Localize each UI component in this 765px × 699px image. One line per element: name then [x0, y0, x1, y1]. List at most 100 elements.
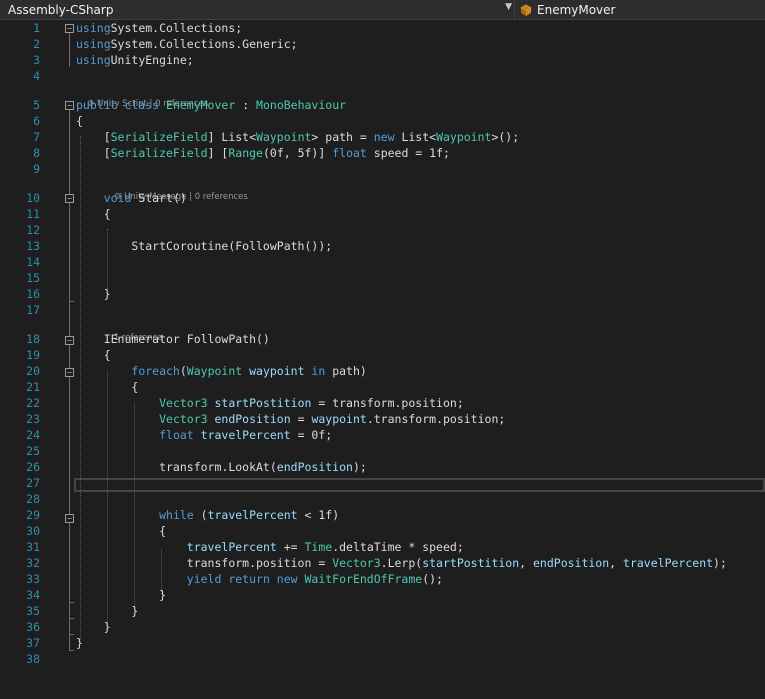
code-line[interactable]: usingUnityEngine;	[76, 52, 194, 68]
code-line[interactable]: [SerializeField] [Range(0f, 5f)] float s…	[76, 145, 450, 161]
code-token: = 0f;	[290, 428, 333, 442]
code-token: Waypoint	[256, 130, 312, 144]
code-line[interactable]: }	[76, 619, 111, 635]
code-line[interactable]: while (travelPercent < 1f)	[76, 507, 339, 523]
code-token: =	[290, 412, 312, 426]
code-token: (	[179, 364, 187, 378]
code-token: yield return new	[186, 572, 305, 586]
code-token: {	[76, 380, 139, 394]
line-number: 37	[26, 636, 40, 650]
code-token: = transform.position;	[311, 396, 464, 410]
code-line[interactable]: {	[76, 113, 83, 129]
code-line[interactable]: {	[76, 379, 138, 395]
code-line[interactable]: public class EnemyMover : MonoBehaviour	[76, 97, 346, 113]
code-token: startPostition	[207, 396, 312, 410]
line-number: 17	[26, 303, 40, 317]
navigation-bar: Assembly-CSharp ▼ EnemyMover	[0, 0, 765, 20]
code-token: [	[76, 146, 111, 160]
code-line[interactable]: transform.position = Vector3.Lerp(startP…	[76, 555, 727, 571]
code-line[interactable]: usingSystem.Collections;	[76, 20, 242, 36]
code-line[interactable]: travelPercent += Time.deltaTime * speed;	[76, 539, 464, 555]
code-token: WaitForEndOfFrame	[304, 572, 423, 586]
line-number: 34	[26, 588, 40, 602]
fold-guide	[69, 33, 70, 67]
code-token: speed = 1f;	[366, 146, 450, 160]
fold-toggle-icon[interactable]: −	[65, 336, 74, 345]
code-line[interactable]: Vector3 endPosition = waypoint.transform…	[76, 411, 505, 427]
fold-toggle-icon[interactable]: −	[65, 368, 74, 377]
member-dropdown[interactable]: EnemyMover	[518, 1, 763, 19]
line-number: 15	[26, 271, 40, 285]
chevron-down-icon[interactable]: ▼	[505, 2, 512, 12]
class-member-icon	[520, 4, 532, 16]
code-token: new	[373, 130, 402, 144]
code-line[interactable]: StartCoroutine(FollowPath());	[76, 238, 332, 254]
code-token: }	[76, 588, 167, 602]
code-line[interactable]: foreach(Waypoint waypoint in path)	[76, 363, 366, 379]
code-token: StartCoroutine(FollowPath());	[76, 239, 333, 253]
fold-end	[69, 301, 74, 302]
line-number: 7	[33, 130, 40, 144]
code-token: > path =	[311, 130, 374, 144]
code-line[interactable]: {	[76, 347, 111, 363]
line-number: 32	[26, 556, 40, 570]
code-token: endPosition	[207, 412, 291, 426]
fold-toggle-icon[interactable]: −	[65, 514, 74, 523]
line-number: 10	[26, 191, 40, 205]
fold-toggle-icon[interactable]: −	[65, 101, 74, 110]
line-number: 21	[26, 380, 40, 394]
fold-toggle-icon[interactable]: −	[65, 194, 74, 203]
line-number: 2	[33, 37, 40, 51]
line-number: 5	[33, 98, 40, 112]
code-token: +=	[276, 540, 305, 554]
fold-toggle-icon[interactable]: −	[65, 24, 74, 33]
code-token: SerializeField	[110, 130, 208, 144]
line-number: 11	[26, 207, 40, 221]
code-token: travelPercent	[193, 428, 291, 442]
code-token: );	[352, 460, 367, 474]
line-number: 22	[26, 396, 40, 410]
code-token: ,	[609, 556, 624, 570]
fold-end	[69, 634, 74, 635]
code-token: Vector3	[159, 396, 208, 410]
code-token: startPostition	[422, 556, 520, 570]
code-token: >();	[491, 130, 520, 144]
code-token: Vector3	[332, 556, 381, 570]
code-token: {	[76, 348, 111, 362]
line-number: 35	[26, 604, 40, 618]
code-line[interactable]: IEnumerator FollowPath()	[76, 331, 270, 347]
code-line[interactable]: }	[76, 286, 111, 302]
line-number: 27	[26, 476, 40, 490]
code-token: float	[332, 146, 367, 160]
line-number: 18	[26, 332, 40, 346]
line-number: 28	[26, 492, 40, 506]
code-line[interactable]: usingSystem.Collections.Generic;	[76, 36, 298, 52]
project-dropdown[interactable]: Assembly-CSharp ▼	[2, 1, 512, 19]
code-line[interactable]: }	[76, 603, 138, 619]
code-token: EnemyMover	[166, 98, 236, 112]
code-line[interactable]: {	[76, 206, 111, 222]
code-line[interactable]: yield return new WaitForEndOfFrame();	[76, 571, 443, 587]
code-line[interactable]: }	[76, 635, 83, 651]
code-line[interactable]: {	[76, 523, 166, 539]
code-token: Vector3	[159, 412, 208, 426]
code-line[interactable]: void Start()	[76, 190, 187, 206]
code-token: .Lerp(	[380, 556, 423, 570]
code-line[interactable]: }	[76, 587, 166, 603]
code-token: System.Collections;	[110, 21, 243, 35]
code-line[interactable]: transform.LookAt(endPosition);	[76, 459, 367, 475]
code-line[interactable]: Vector3 startPostition = transform.posit…	[76, 395, 464, 411]
line-number: 6	[33, 114, 40, 128]
line-number: 33	[26, 572, 40, 586]
code-line[interactable]: float travelPercent = 0f;	[76, 427, 332, 443]
code-token: {	[76, 524, 167, 538]
code-token: while	[159, 508, 194, 522]
code-editor[interactable]: ⚙ Unity Script | 0 references ⚙ Unity Me…	[0, 20, 765, 699]
code-token: }	[76, 604, 139, 618]
code-line[interactable]: [SerializeField] List<Waypoint> path = n…	[76, 129, 519, 145]
project-name: Assembly-CSharp	[8, 3, 114, 17]
